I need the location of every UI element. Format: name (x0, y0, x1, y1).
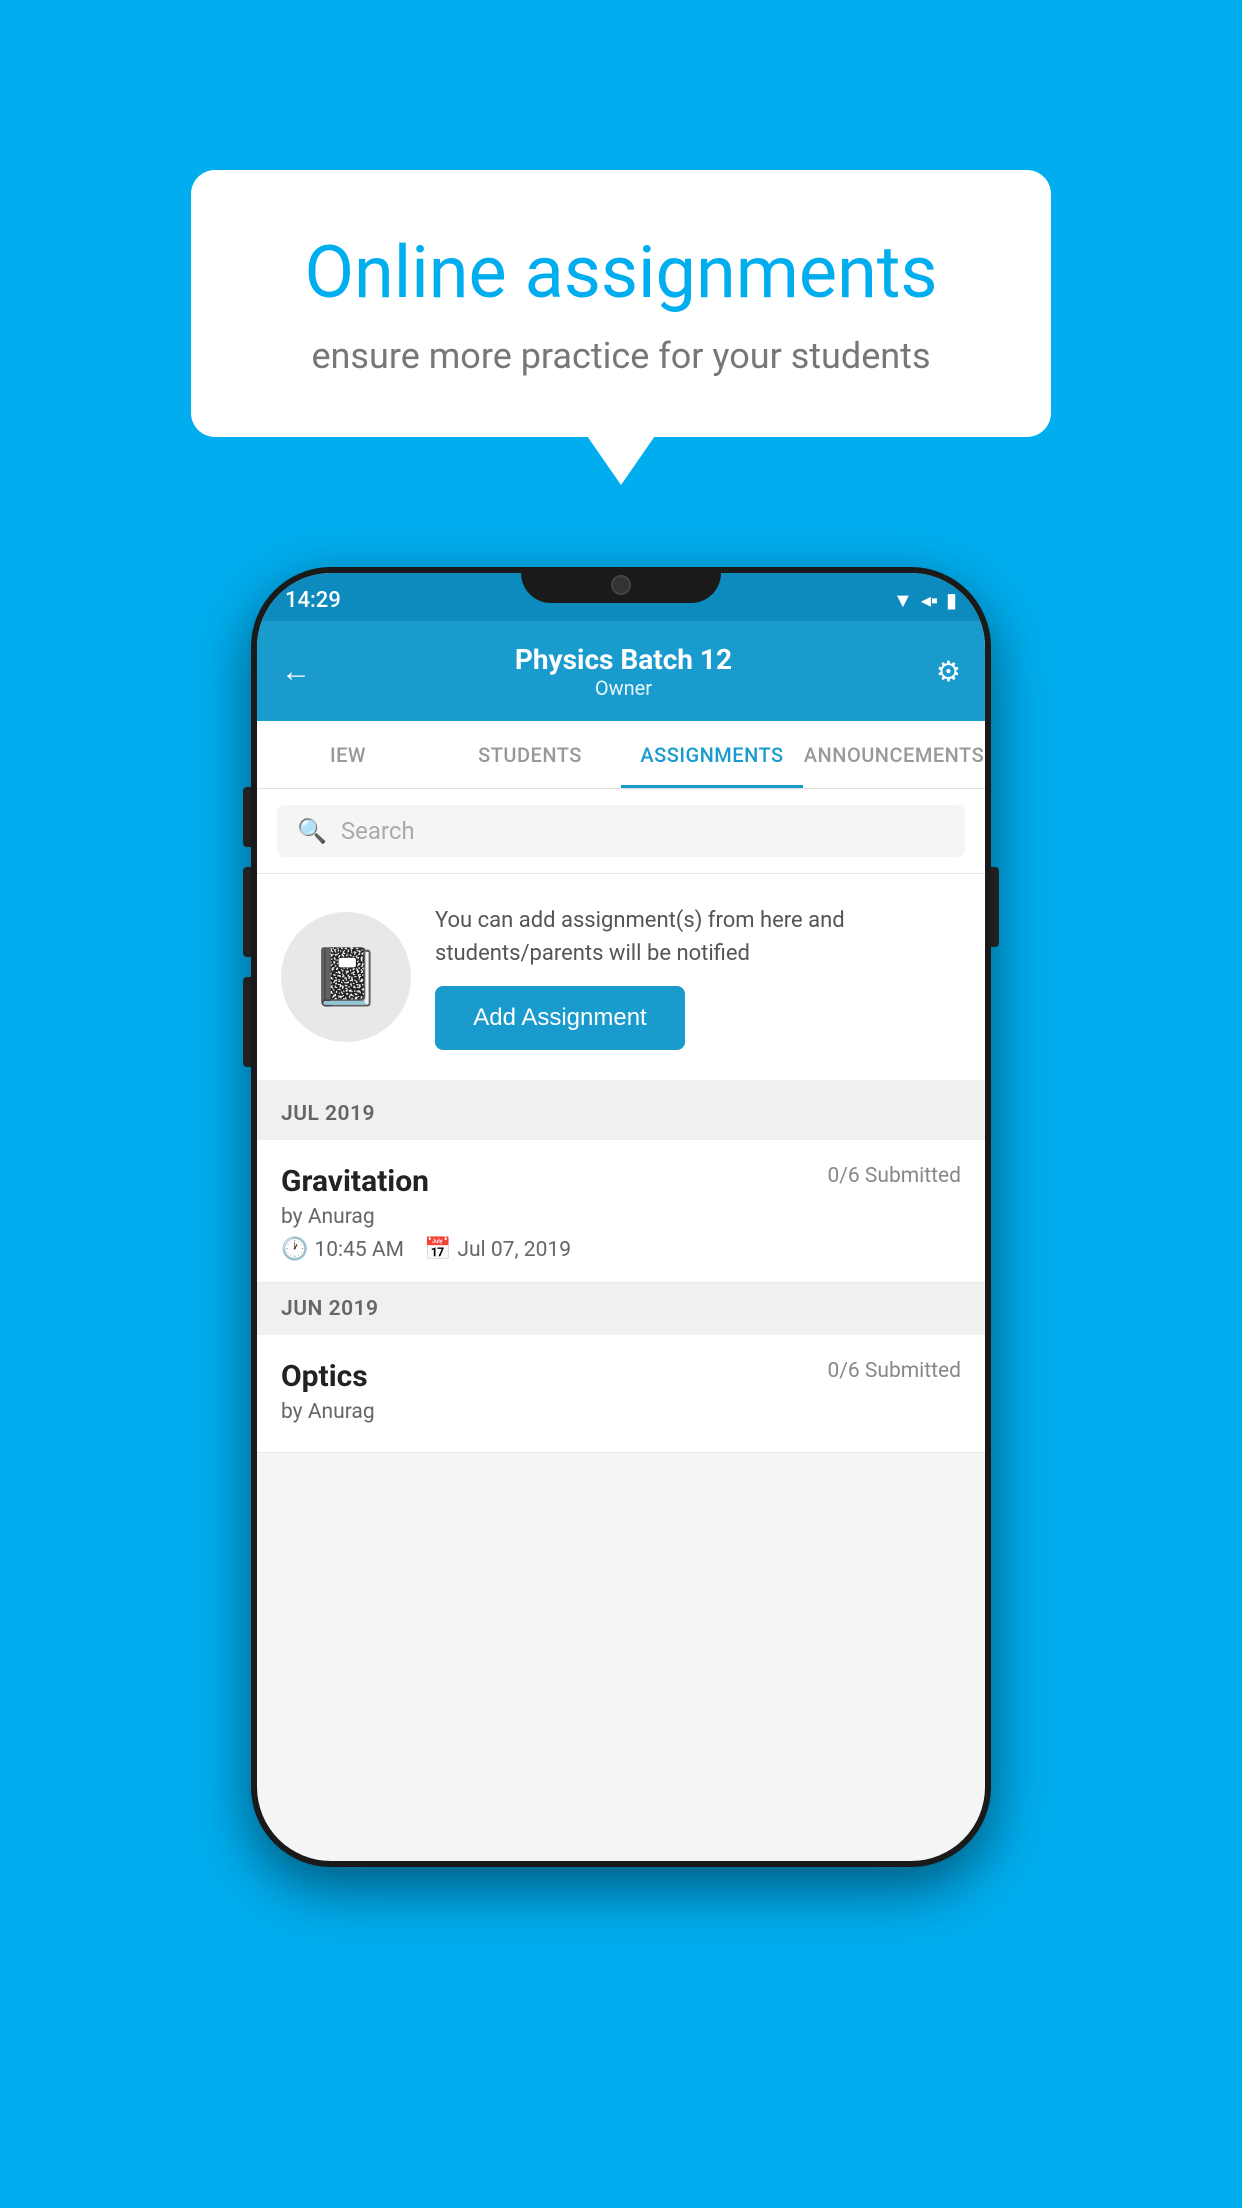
notebook-icon: 📓 (311, 944, 381, 1010)
section-jun-2019: JUN 2019 (257, 1283, 985, 1335)
bubble-subtitle: ensure more practice for your students (261, 335, 981, 377)
phone-screen: 14:29 ▼ ◂▪ ▮ ← Physics Batch 12 Owner ⚙ (257, 573, 985, 1861)
assignment-time: 10:45 AM (314, 1238, 404, 1262)
phone-left-button-2 (243, 867, 251, 957)
speech-bubble: Online assignments ensure more practice … (191, 170, 1051, 437)
assignment-submitted: 0/6 Submitted (827, 1164, 961, 1188)
phone-left-button-3 (243, 977, 251, 1067)
assignment-gravitation[interactable]: Gravitation 0/6 Submitted by Anurag 🕐 10… (257, 1140, 985, 1283)
assignment-date: Jul 07, 2019 (457, 1238, 571, 1262)
tab-students[interactable]: STUDENTS (439, 721, 621, 788)
assignment-optics-top-row: Optics 0/6 Submitted (281, 1359, 961, 1394)
app-header: ← Physics Batch 12 Owner ⚙ (257, 621, 985, 721)
time-entry: 🕐 10:45 AM (281, 1237, 404, 1262)
assignment-optics-meta: by Anurag (281, 1400, 961, 1424)
tabs-bar: IEW STUDENTS ASSIGNMENTS ANNOUNCEMENTS (257, 721, 985, 789)
header-title: Physics Batch 12 (515, 643, 732, 676)
assignment-optics-title: Optics (281, 1359, 368, 1394)
assignment-title: Gravitation (281, 1164, 429, 1199)
clock-icon: 🕐 (281, 1237, 308, 1262)
header-subtitle: Owner (515, 676, 732, 700)
calendar-icon: 📅 (424, 1237, 451, 1262)
promo-card: 📓 You can add assignment(s) from here an… (257, 874, 985, 1088)
add-assignment-button[interactable]: Add Assignment (435, 986, 685, 1050)
assignment-top-row: Gravitation 0/6 Submitted (281, 1164, 961, 1199)
assignment-icon-circle: 📓 (281, 912, 411, 1042)
phone-camera (611, 575, 631, 595)
phone-right-button (991, 867, 999, 947)
status-icons: ▼ ◂▪ ▮ (893, 588, 957, 613)
promo-text: You can add assignment(s) from here and … (435, 904, 961, 970)
assignment-optics-submitted: 0/6 Submitted (827, 1359, 961, 1383)
date-entry: 📅 Jul 07, 2019 (424, 1237, 571, 1262)
phone-wrapper: 14:29 ▼ ◂▪ ▮ ← Physics Batch 12 Owner ⚙ (251, 567, 991, 1887)
phone-frame: 14:29 ▼ ◂▪ ▮ ← Physics Batch 12 Owner ⚙ (251, 567, 991, 1867)
speech-bubble-container: Online assignments ensure more practice … (191, 170, 1051, 437)
header-title-block: Physics Batch 12 Owner (515, 643, 732, 700)
wifi-icon: ▼ (893, 588, 913, 613)
search-bar[interactable]: 🔍 Search (277, 805, 965, 857)
assignment-meta: by Anurag (281, 1205, 961, 1229)
search-icon: 🔍 (297, 817, 327, 845)
gear-icon[interactable]: ⚙ (936, 655, 961, 688)
back-button[interactable]: ← (281, 654, 311, 689)
promo-right: You can add assignment(s) from here and … (435, 904, 961, 1050)
tab-announcements[interactable]: ANNOUNCEMENTS (803, 721, 985, 788)
search-container: 🔍 Search (257, 789, 985, 874)
search-placeholder: Search (341, 817, 415, 845)
assignment-optics[interactable]: Optics 0/6 Submitted by Anurag (257, 1335, 985, 1453)
battery-icon: ▮ (946, 588, 957, 612)
bubble-title: Online assignments (261, 230, 981, 315)
tab-assignments[interactable]: ASSIGNMENTS (621, 721, 803, 788)
section-jul-2019: JUL 2019 (257, 1088, 985, 1140)
assignment-time-row: 🕐 10:45 AM 📅 Jul 07, 2019 (281, 1237, 961, 1262)
phone-left-button-1 (243, 787, 251, 847)
tab-iew[interactable]: IEW (257, 721, 439, 788)
signal-icon: ◂▪ (921, 588, 938, 613)
status-time: 14:29 (285, 588, 341, 613)
phone-notch (521, 567, 721, 603)
